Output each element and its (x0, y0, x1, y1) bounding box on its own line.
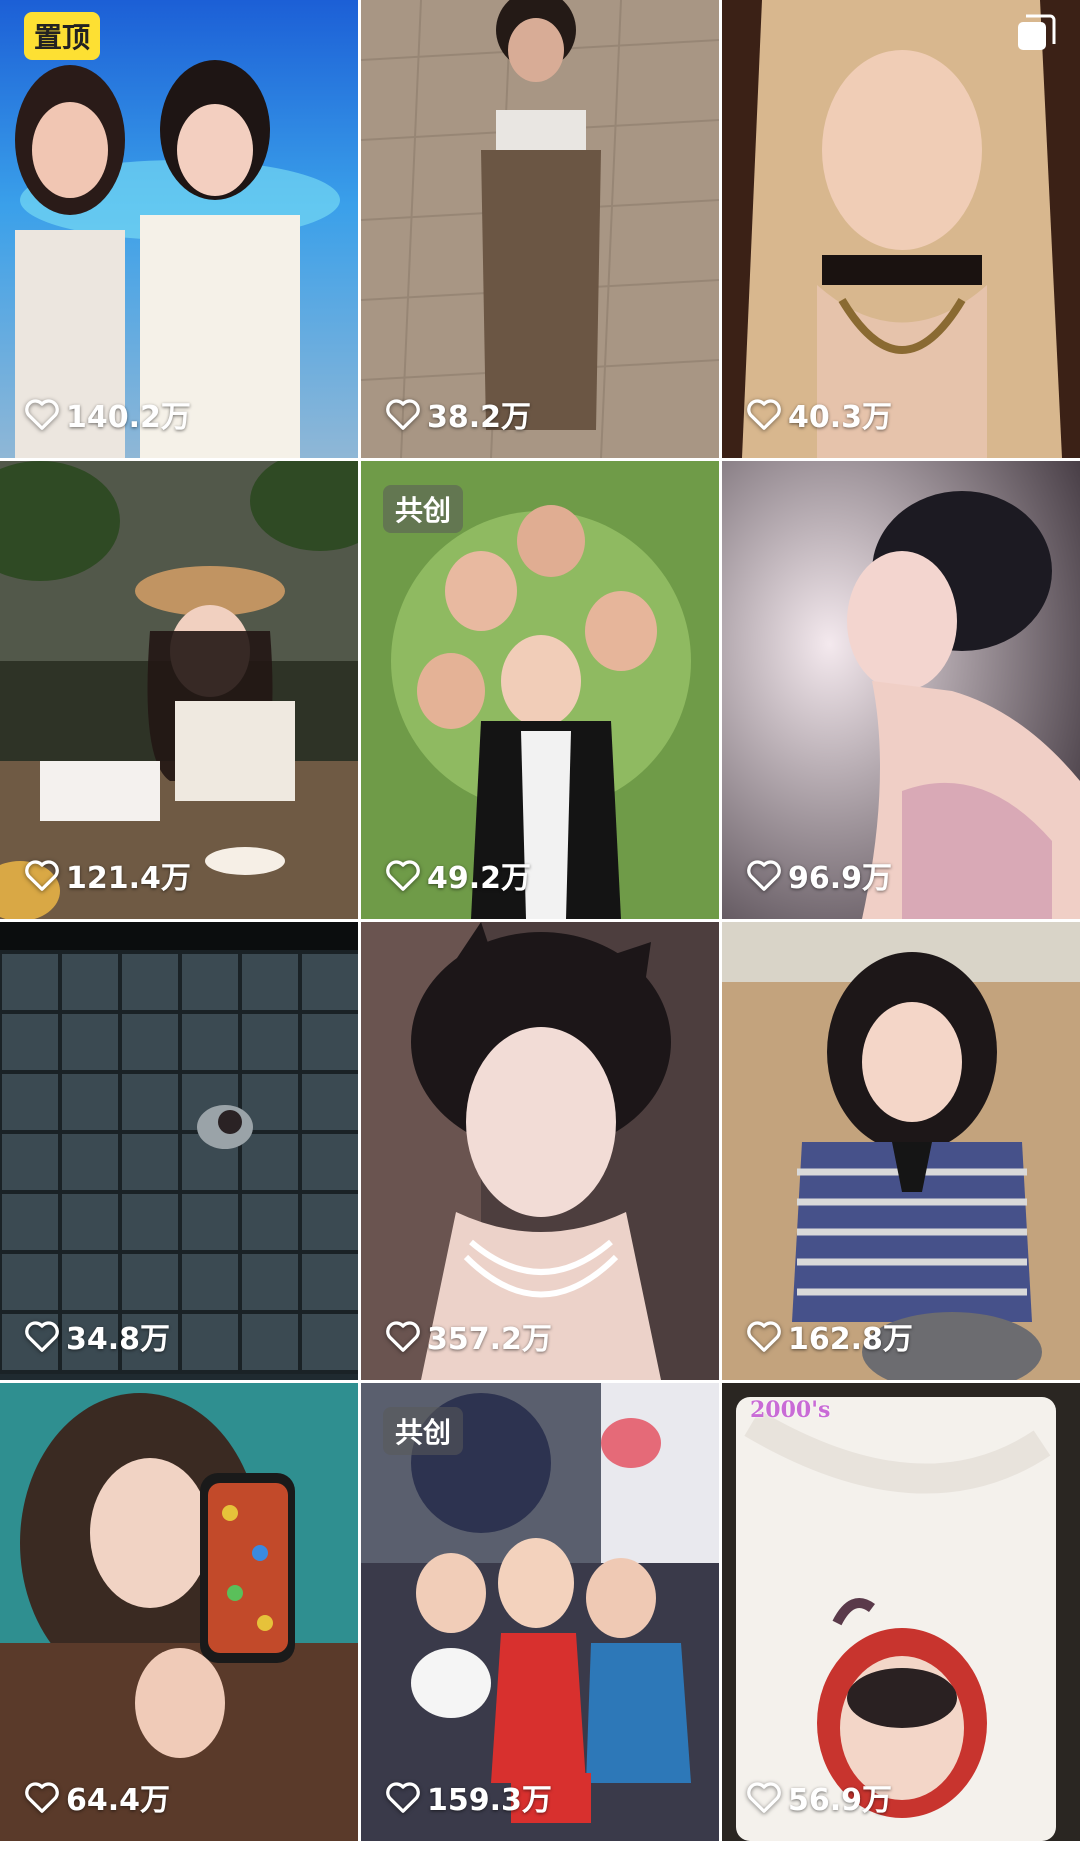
like-count: 34.8万 (24, 1314, 170, 1358)
heart-outline-icon (746, 1780, 782, 1814)
like-count: 38.2万 (385, 392, 531, 436)
like-count: 140.2万 (24, 392, 191, 436)
heart-outline-icon (24, 858, 60, 892)
pinned-badge: 置顶 (24, 12, 101, 60)
like-count-text: 159.3万 (427, 1783, 552, 1818)
like-count-text: 64.4万 (66, 1783, 171, 1818)
heart-outline-icon (746, 858, 782, 892)
video-thumbnail (0, 0, 358, 458)
video-thumbnail (722, 461, 1080, 919)
video-tile[interactable]: 置顶 140.2万 (0, 0, 358, 458)
like-count-text: 38.2万 (427, 400, 532, 435)
like-count-text: 34.8万 (66, 1322, 171, 1357)
video-tile[interactable]: 162.8万 (722, 922, 1080, 1380)
overlay-text: 2000's (750, 1397, 831, 1423)
like-count: 357.2万 (385, 1314, 552, 1358)
like-count-text: 357.2万 (427, 1322, 552, 1357)
heart-outline-icon (385, 397, 421, 431)
like-count: 49.2万 (385, 853, 531, 897)
like-count: 96.9万 (746, 853, 892, 897)
video-thumbnail (722, 922, 1080, 1380)
video-thumbnail (722, 1383, 1080, 1841)
like-count: 121.4万 (24, 853, 191, 897)
multi-image-icon (1014, 12, 1058, 56)
like-count-text: 140.2万 (66, 400, 191, 435)
video-thumbnail (722, 0, 1080, 458)
heart-outline-icon (385, 858, 421, 892)
video-tile[interactable]: 共创 159.3万 (361, 1383, 719, 1841)
like-count-text: 162.8万 (788, 1322, 913, 1357)
video-tile[interactable]: 共创 49.2万 (361, 461, 719, 919)
video-tile[interactable]: 64.4万 (0, 1383, 358, 1841)
video-tile[interactable]: 38.2万 (361, 0, 719, 458)
video-tile[interactable]: 40.3万 (722, 0, 1080, 458)
heart-outline-icon (385, 1319, 421, 1353)
heart-outline-icon (746, 397, 782, 431)
heart-outline-icon (24, 1319, 60, 1353)
video-tile[interactable]: 357.2万 (361, 922, 719, 1380)
collab-badge: 共创 (383, 485, 464, 533)
like-count: 64.4万 (24, 1775, 170, 1819)
heart-outline-icon (746, 1319, 782, 1353)
like-count: 40.3万 (746, 392, 892, 436)
video-thumbnail (0, 922, 358, 1380)
video-grid: 置顶 140.2万 38.2万 40.3万 121.4万 共创 49.2万 96… (0, 0, 1080, 1861)
video-thumbnail (0, 461, 358, 919)
video-tile[interactable]: 34.8万 (0, 922, 358, 1380)
video-tile[interactable]: 2000's 56.9万 (722, 1383, 1080, 1841)
heart-outline-icon (24, 397, 60, 431)
video-thumbnail (0, 1383, 358, 1841)
heart-outline-icon (24, 1780, 60, 1814)
collab-badge: 共创 (383, 1407, 464, 1455)
like-count: 159.3万 (385, 1775, 552, 1819)
like-count: 56.9万 (746, 1775, 892, 1819)
like-count-text: 121.4万 (66, 861, 191, 896)
like-count-text: 40.3万 (788, 400, 893, 435)
video-thumbnail (361, 922, 719, 1380)
like-count-text: 96.9万 (788, 861, 893, 896)
video-tile[interactable]: 121.4万 (0, 461, 358, 919)
video-tile[interactable]: 96.9万 (722, 461, 1080, 919)
heart-outline-icon (385, 1780, 421, 1814)
like-count-text: 56.9万 (788, 1783, 893, 1818)
like-count: 162.8万 (746, 1314, 913, 1358)
video-thumbnail (361, 0, 719, 458)
like-count-text: 49.2万 (427, 861, 532, 896)
